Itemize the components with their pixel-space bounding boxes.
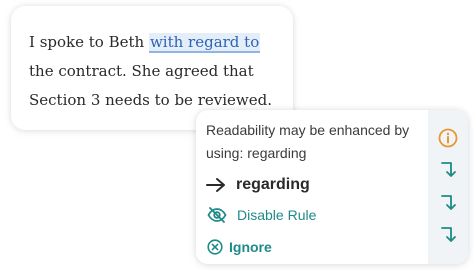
eye-off-icon (207, 207, 227, 223)
disable-rule-label: Disable Rule (237, 207, 317, 223)
replacement-suggestion-button[interactable]: regarding (206, 173, 310, 197)
arrow-turn-down-icon[interactable] (438, 193, 458, 213)
text-line-2: the contract. She agreed that (29, 62, 254, 80)
replacement-text: regarding (236, 176, 310, 193)
suggestion-content: Readability may be enhanced by using: re… (196, 110, 428, 264)
info-icon[interactable] (438, 128, 458, 148)
disable-rule-button[interactable]: Disable Rule (207, 204, 316, 226)
suggestion-message: Readability may be enhanced by using: re… (206, 122, 410, 161)
close-circle-icon (207, 239, 223, 255)
ignore-label: Ignore (229, 239, 272, 255)
suggestion-popup: Readability may be enhanced by using: re… (196, 110, 468, 264)
editor-text[interactable]: I spoke to Beth with regard to the contra… (29, 28, 291, 115)
suggestion-icon-rail (428, 110, 468, 264)
text-line-3: Section 3 needs to be reviewed. (29, 91, 272, 109)
text-before: I spoke to Beth (29, 33, 149, 51)
arrow-right-icon (206, 177, 226, 193)
arrow-turn-down-icon[interactable] (438, 225, 458, 245)
arrow-turn-down-icon[interactable] (438, 160, 458, 180)
highlighted-phrase[interactable]: with regard to (148, 33, 261, 53)
ignore-button[interactable]: Ignore (207, 236, 272, 258)
